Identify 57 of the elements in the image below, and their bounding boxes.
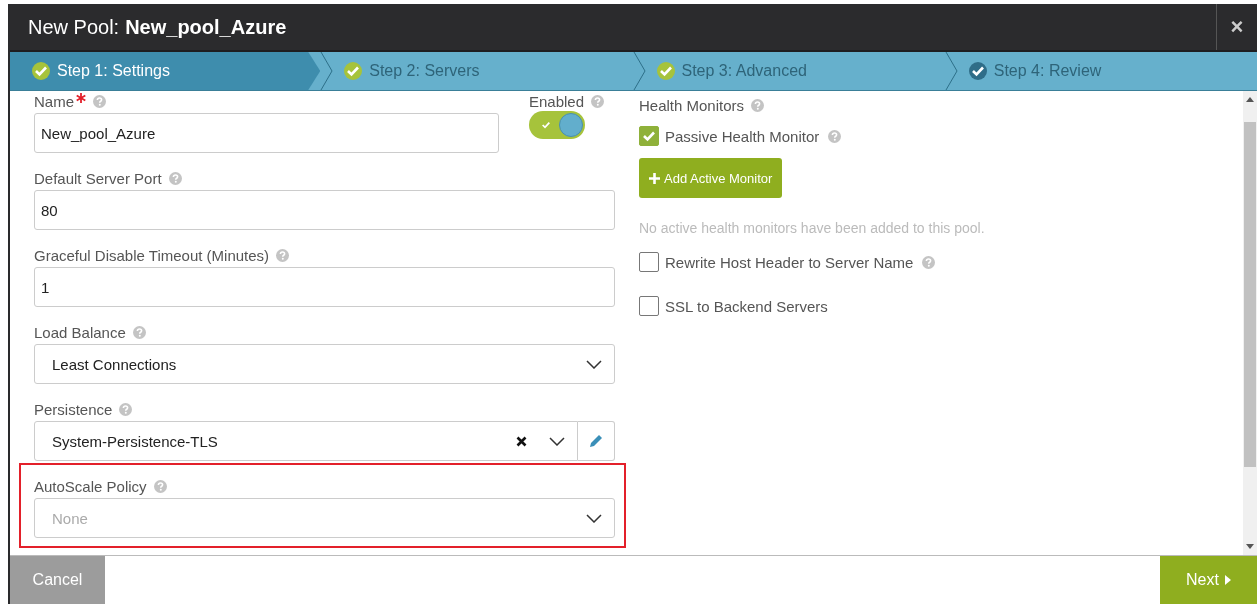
chevron-divider	[632, 52, 647, 90]
field-label: Name	[34, 92, 74, 110]
next-button[interactable]: Next	[1160, 556, 1257, 604]
dropdown-field[interactable]: Least Connections	[34, 344, 615, 384]
help-icon[interactable]	[922, 255, 936, 269]
field-label: Load Balance	[34, 323, 126, 341]
empty-note: No active health monitors have been added to this pool.	[639, 220, 986, 236]
chevron-divider	[320, 52, 335, 90]
clear-icon[interactable]	[516, 435, 527, 447]
check-circle-icon	[32, 62, 50, 80]
checkbox[interactable]	[639, 252, 659, 272]
plus-icon	[649, 172, 660, 184]
window-title: New Pool: New_pool_Azure	[28, 15, 287, 39]
scrollbar[interactable]	[1243, 91, 1257, 555]
wizard-step[interactable]: Step 3: Advanced	[646, 52, 945, 90]
checkbox-label: Rewrite Host Header to Server Name	[665, 253, 914, 271]
add-active-monitor-button[interactable]: Add Active Monitor	[639, 158, 783, 198]
toggle-switch[interactable]	[529, 111, 585, 139]
help-icon[interactable]	[276, 248, 290, 262]
chevron-down-icon[interactable]	[549, 436, 565, 446]
field-label: Enabled	[529, 92, 585, 110]
dropdown-field[interactable]: System-Persistence-TLS	[34, 421, 578, 461]
pencil-icon	[588, 433, 604, 449]
wizard-step[interactable]: Step 2: Servers	[334, 52, 633, 90]
text-field[interactable]: New_pool_Azure	[34, 113, 499, 153]
checkbox-label: Passive Health Monitor	[665, 127, 820, 145]
wizard-step[interactable]: Step 1: Settings	[10, 52, 321, 90]
dropdown-field[interactable]: None	[34, 498, 615, 538]
field-label: AutoScale Policy	[34, 477, 147, 495]
edit-button[interactable]	[578, 421, 615, 461]
help-icon[interactable]	[591, 94, 605, 108]
field-label: Graceful Disable Timeout (Minutes)	[34, 246, 270, 264]
text-field[interactable]: 1	[34, 267, 615, 307]
help-icon[interactable]	[93, 94, 106, 108]
cancel-button[interactable]: Cancel	[10, 556, 105, 604]
section-label: Health Monitors	[639, 96, 745, 114]
check-icon	[539, 119, 553, 131]
chevron-down-icon[interactable]	[586, 513, 602, 523]
field-label: Persistence	[34, 400, 113, 418]
help-icon[interactable]	[751, 98, 765, 112]
help-icon[interactable]	[828, 129, 842, 143]
help-icon[interactable]	[132, 325, 146, 339]
checkbox-label: SSL to Backend Servers	[665, 297, 828, 315]
caret-right-icon	[1224, 575, 1231, 585]
text-field[interactable]: 80	[34, 190, 615, 230]
field-label: Default Server Port	[34, 169, 162, 187]
checkbox[interactable]	[639, 296, 659, 316]
check-circle-icon	[656, 62, 675, 80]
chevron-down-icon[interactable]	[586, 359, 602, 369]
help-icon[interactable]	[119, 402, 133, 416]
check-circle-icon	[344, 62, 363, 80]
checkbox[interactable]	[639, 126, 659, 146]
chevron-divider	[944, 52, 959, 90]
wizard-step[interactable]: Step 4: Review	[958, 52, 1257, 90]
help-icon[interactable]	[153, 479, 167, 493]
check-circle-icon	[968, 62, 987, 80]
help-icon[interactable]	[168, 171, 182, 185]
